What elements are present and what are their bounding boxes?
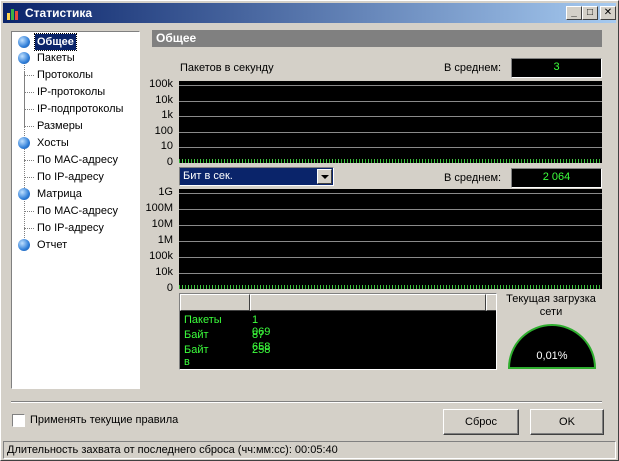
- pps-label: Пакетов в секунду: [180, 62, 274, 74]
- gridline: [179, 225, 602, 226]
- gridline: [179, 273, 602, 274]
- tree-label: Матрица: [37, 188, 82, 200]
- tree-connector: [24, 92, 34, 93]
- apply-rules-checkbox[interactable]: [12, 414, 25, 427]
- gridline: [179, 257, 602, 258]
- close-button[interactable]: ✕: [600, 6, 616, 20]
- axis-tick-label: 10: [160, 140, 173, 153]
- minimize-button[interactable]: _: [566, 6, 582, 20]
- gridline: [179, 131, 602, 133]
- axis-tick-label: 100k: [149, 78, 173, 90]
- globe-icon: [18, 52, 30, 64]
- network-load-gauge: Текущая загрузка сети 0,01%: [501, 293, 611, 371]
- bar-chart-icon: [7, 9, 18, 20]
- bps-avg-value: 2 064: [511, 168, 602, 188]
- tree-connector: [24, 75, 34, 76]
- pps-avg-label: В среднем:: [444, 62, 502, 74]
- stat-key: Пакеты: [184, 314, 222, 326]
- chevron-down-icon[interactable]: [317, 169, 332, 184]
- tree-connector: [24, 72, 25, 127]
- load-label-1: Текущая загрузка: [506, 293, 596, 305]
- tree-label: Общее: [34, 33, 77, 51]
- tree-connector: [24, 228, 34, 229]
- axis-tick-label: 0: [166, 282, 173, 294]
- tree-label: По IP-адресу: [37, 171, 104, 183]
- tree-label: По IP-адресу: [37, 222, 104, 234]
- metric-select-value: Бит в сек.: [183, 170, 233, 182]
- gridline: [179, 116, 602, 118]
- load-value: 0,01%: [536, 350, 568, 362]
- bits-per-second-graph: [179, 189, 602, 289]
- tree-label: IP-подпротоколы: [37, 103, 124, 115]
- separator: [11, 401, 602, 403]
- axis-tick-label: 0: [166, 156, 173, 168]
- gridline: [179, 100, 602, 102]
- tree-label: По MAC-адресу: [37, 154, 118, 166]
- tree-label: По MAC-адресу: [37, 205, 118, 217]
- column-header[interactable]: [180, 294, 250, 311]
- tree-label: Протоколы: [37, 69, 94, 81]
- ok-button[interactable]: OK: [530, 409, 604, 435]
- axis-tick-label: 100: [154, 124, 173, 137]
- tree-connector: [24, 160, 34, 161]
- axis-tick-label: 10M: [151, 218, 173, 230]
- tree-label: Отчет: [37, 239, 68, 251]
- tree-connector: [24, 177, 34, 178]
- bps-avg-label: В среднем:: [444, 172, 502, 184]
- axis-tick-label: 10k: [155, 93, 173, 106]
- globe-icon: [18, 137, 30, 149]
- globe-icon: [18, 188, 30, 200]
- tree-label: IP-протоколы: [37, 86, 106, 98]
- traffic-trace: [179, 159, 602, 163]
- axis-tick-label: 1M: [157, 234, 173, 246]
- panel-header: Общее: [152, 30, 602, 47]
- gridline: [179, 209, 602, 210]
- column-header[interactable]: [250, 294, 486, 311]
- maximize-button[interactable]: □: [582, 6, 598, 20]
- tree-label: Пакеты: [37, 52, 75, 64]
- apply-rules-label[interactable]: Применять текущие правила: [30, 414, 178, 426]
- column-header[interactable]: [486, 294, 496, 311]
- window-title: Статистика: [25, 6, 93, 20]
- stat-value: 258: [252, 344, 271, 356]
- axis-tick-label: 10k: [155, 266, 173, 278]
- pps-avg-value: 3: [511, 58, 602, 78]
- traffic-trace: [179, 285, 602, 289]
- tree-connector: [24, 211, 34, 212]
- tree-label: Хосты: [37, 137, 69, 149]
- title-bar[interactable]: Статистика _ □ ✕: [3, 3, 616, 23]
- statistics-window: Статистика _ □ ✕ Общее Пакеты Протоколы …: [0, 0, 619, 461]
- axis-tick-label: 100k: [149, 250, 173, 262]
- axis-tick-label: 1k: [161, 109, 173, 122]
- globe-icon: [18, 36, 30, 48]
- status-bar: Длительность захвата от последнего сброс…: [3, 441, 616, 459]
- gridline: [179, 147, 602, 149]
- tree-connector: [24, 109, 34, 110]
- gridline: [179, 85, 602, 86]
- metric-select[interactable]: Бит в сек.: [179, 167, 334, 186]
- load-label-2: сети: [539, 306, 563, 318]
- stats-list[interactable]: Пакеты 1 069 Байт 87 658 Байт в сек. 258: [179, 293, 497, 370]
- stat-key: Байт в сек.: [184, 344, 209, 369]
- tree-label: Размеры: [37, 120, 83, 132]
- tree-connector: [24, 126, 34, 127]
- gridline: [179, 241, 602, 242]
- navigation-tree[interactable]: Общее Пакеты Протоколы IP-протоколы IP-п…: [11, 31, 140, 389]
- globe-icon: [18, 239, 30, 251]
- gridline: [179, 193, 602, 194]
- packets-per-second-graph: [179, 81, 602, 163]
- axis-tick-label: 1G: [158, 186, 173, 198]
- stat-key: Байт: [184, 329, 209, 341]
- gauge-dial: [507, 324, 597, 369]
- axis-tick-label: 100M: [145, 202, 173, 214]
- reset-button[interactable]: Сброс: [443, 409, 519, 435]
